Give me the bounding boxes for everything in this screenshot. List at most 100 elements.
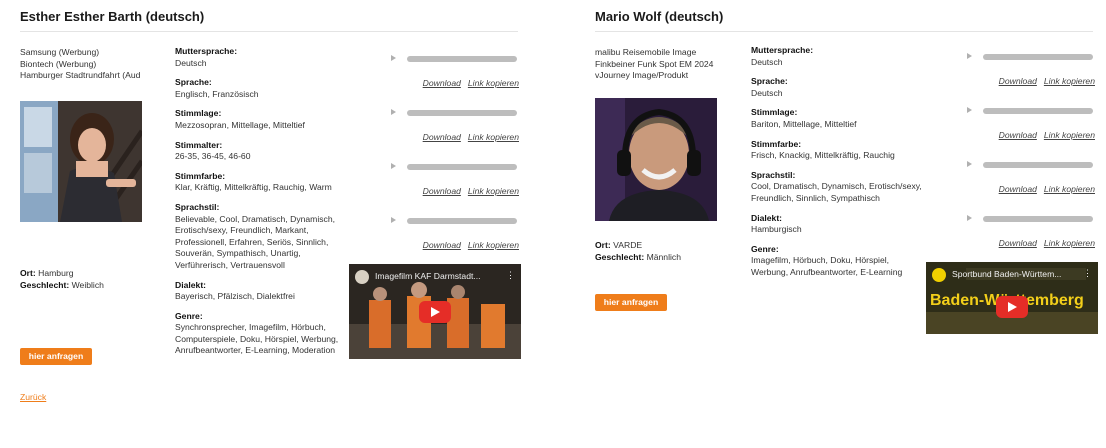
request-button[interactable]: hier anfragen [595,294,667,311]
audio-sample: Download Link kopieren [967,104,1095,146]
title-divider [595,31,1093,32]
download-link[interactable]: Download [999,76,1037,86]
attr-sprachstil: Sprachstil: Believable, Cool, Dramatisch,… [175,202,347,272]
credits-list: Samsung (Werbung) Biontech (Werbung) Ham… [20,47,162,82]
play-icon[interactable] [391,217,396,223]
more-options-icon[interactable]: ⋮ [1083,268,1092,279]
play-icon[interactable] [967,53,972,59]
video-title[interactable]: Imagefilm KAF Darmstadt... [375,271,481,281]
play-button-icon[interactable] [419,301,451,323]
request-button[interactable]: hier anfragen [20,348,92,365]
gender: Geschlecht: Männlich [595,252,681,264]
download-link[interactable]: Download [423,186,461,196]
attr-stimmfarbe: Stimmfarbe: Frisch, Knackig, Mittelkräfti… [751,139,923,162]
download-link[interactable]: Download [999,238,1037,248]
speaker-photo[interactable] [595,98,717,221]
play-icon[interactable] [967,161,972,167]
attr-dialekt: Dialekt: Bayerisch, Pfälzisch, Dialektfre… [175,280,347,303]
copy-link[interactable]: Link kopieren [468,78,519,88]
copy-link[interactable]: Link kopieren [468,132,519,142]
audio-links: Download Link kopieren [992,130,1095,140]
download-link[interactable]: Download [999,130,1037,140]
download-link[interactable]: Download [423,240,461,250]
audio-progress-bar[interactable] [983,108,1093,114]
attr-value: Deutsch [751,87,783,98]
attr-value: 26-35, 36-45, 46-60 [175,151,251,162]
attr-sprache: Sprache: Deutsch [751,76,923,99]
play-icon[interactable] [967,215,972,221]
download-link[interactable]: Download [423,78,461,88]
video-player[interactable]: Sportbund Baden-Württem... ⋮ Baden-Württ… [926,262,1098,334]
attr-value: Believable, Cool, Dramatisch, Dynamisch,… [175,213,335,270]
credit-item: Hamburger Stadtrundfahrt (Aud [20,70,141,81]
channel-avatar[interactable] [932,268,946,282]
audio-sample: Download Link kopieren [967,158,1095,200]
audio-progress-bar[interactable] [983,162,1093,168]
speaker-name: Mario Wolf (deutsch) [595,9,724,24]
attr-label: Muttersprache: [175,46,238,56]
attr-dialekt: Dialekt: Hamburgisch [751,213,923,236]
video-player[interactable]: Imagefilm KAF Darmstadt... ⋮ [349,264,521,359]
copy-link[interactable]: Link kopieren [468,240,519,250]
attr-value: Englisch, Französisch [175,88,259,99]
audio-sample: Download Link kopieren [391,160,519,202]
download-link[interactable]: Download [423,132,461,142]
copy-link[interactable]: Link kopieren [1044,238,1095,248]
copy-link[interactable]: Link kopieren [1044,130,1095,140]
title-divider [20,31,518,32]
attr-label: Stimmfarbe: [175,170,226,181]
credit-item: Samsung (Werbung) [20,47,100,57]
credits-list: malibu Reisemobile Image Finkbeiner Funk… [595,47,740,82]
play-icon[interactable] [391,163,396,169]
play-button-icon[interactable] [996,296,1028,318]
audio-progress-bar[interactable] [407,218,517,224]
location: Ort: VARDE [595,240,642,252]
copy-link[interactable]: Link kopieren [468,186,519,196]
copy-link[interactable]: Link kopieren [1044,76,1095,86]
play-icon[interactable] [967,107,972,113]
audio-links: Download Link kopieren [416,132,519,142]
attr-label: Muttersprache: [751,45,814,55]
credit-item: malibu Reisemobile Image [595,47,697,57]
credit-item: vJourney Image/Produkt [595,70,689,81]
attr-genre: Genre: Synchronsprecher, Imagefilm, Hörbu… [175,311,347,357]
location-label: Ort: [595,240,611,250]
gender: Geschlecht: Weiblich [20,280,104,292]
gender-label: Geschlecht: [595,252,645,262]
attr-muttersprache: Muttersprache: Deutsch [175,46,347,69]
credit-item: Biontech (Werbung) [20,58,97,69]
audio-sample: Download Link kopieren [391,52,519,94]
attr-genre: Genre: Imagefilm, Hörbuch, Doku, Hörspiel… [751,244,923,279]
attr-value: Klar, Kräftig, Mittelkräftig, Rauchig, W… [175,182,332,193]
audio-progress-bar[interactable] [407,56,517,62]
audio-progress-bar[interactable] [407,164,517,170]
more-options-icon[interactable]: ⋮ [506,270,515,281]
attr-value: Bayerisch, Pfälzisch, Dialektfrei [175,291,295,302]
play-icon[interactable] [391,55,396,61]
attr-value: Hamburgisch [751,224,802,235]
attr-label: Sprache: [751,76,788,87]
copy-link[interactable]: Link kopieren [1044,184,1095,194]
audio-progress-bar[interactable] [983,216,1093,222]
speaker-photo[interactable] [20,101,142,222]
attr-value: Deutsch [751,56,783,67]
audio-links: Download Link kopieren [992,184,1095,194]
video-title[interactable]: Sportbund Baden-Württem... [952,269,1061,279]
speaker-card-esther-barth: Esther Esther Barth (deutsch) Samsung (W… [0,0,540,448]
audio-progress-bar[interactable] [407,110,517,116]
location-value: Hamburg [38,268,74,278]
attr-label: Dialekt: [751,212,783,223]
location-label: Ort: [20,268,36,278]
play-icon[interactable] [391,109,396,115]
attr-value: Deutsch [175,57,207,68]
attr-stimmfarbe: Stimmfarbe: Klar, Kräftig, Mittelkräftig,… [175,171,347,194]
back-link[interactable]: Zurück [20,392,46,402]
channel-avatar[interactable] [355,270,369,284]
attr-label: Sprache: [175,77,212,88]
attr-label: Genre: [175,310,203,321]
attr-label: Stimmalter: [175,139,223,150]
audio-links: Download Link kopieren [416,240,519,250]
attr-label: Sprachstil: [751,169,796,180]
audio-progress-bar[interactable] [983,54,1093,60]
download-link[interactable]: Download [999,184,1037,194]
